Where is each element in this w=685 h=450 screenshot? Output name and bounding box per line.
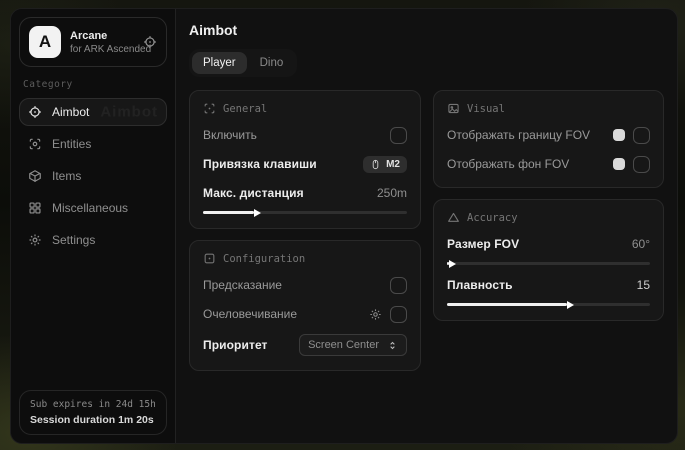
tune-icon [203,252,216,265]
sidebar-item-label: Aimbot [52,105,89,119]
tab-bar: Player Dino [189,49,297,77]
sidebar-item-label: Miscellaneous [52,201,128,215]
sub-expires-text: Sub expires in 24d 15h [30,399,156,410]
focus-icon [203,102,216,115]
visual-card: Visual Отображать границу FOV Отображать… [433,90,664,188]
slider-thumb[interactable] [567,301,574,309]
sidebar-nav: Aimbot Aimbot Entities Item [19,98,167,254]
fov-border-checkbox[interactable] [633,127,650,144]
fov-size-row: Размер FOV 60° [447,235,650,253]
app-logo: A [29,26,61,58]
distance-label: Макс. дистанция [203,186,304,200]
prediction-label: Предсказание [203,278,282,292]
priority-label: Приоритет [203,338,268,352]
crosshair-icon [28,105,42,119]
image-icon [447,102,460,115]
keybind-row: Привязка клавиши M2 [203,155,407,173]
smoothness-value: 15 [637,278,650,292]
keybind-label: Привязка клавиши [203,157,317,171]
session-panel: Sub expires in 24d 15h Session duration … [19,390,167,435]
chevron-up-down-icon [387,340,398,351]
sidebar-item-label: Items [52,169,81,183]
slider-thumb[interactable] [449,260,456,268]
priority-dropdown[interactable]: Screen Center [299,334,407,356]
mouse-icon [370,159,381,170]
priority-value: Screen Center [308,339,379,351]
sidebar-item-entities[interactable]: Entities [19,130,167,158]
fov-bg-row: Отображать фон FOV [447,155,650,173]
scan-icon [28,137,42,151]
fov-bg-checkbox[interactable] [633,156,650,173]
target-icon[interactable] [143,35,157,49]
gear-mini-icon[interactable] [369,308,382,321]
humanize-label: Очеловечивание [203,307,297,321]
distance-row: Макс. дистанция 250m [203,184,407,202]
fov-size-slider[interactable] [447,262,650,265]
sidebar-item-label: Settings [52,233,95,247]
keybind-value: M2 [386,159,400,170]
page-title: Aimbot [189,22,664,38]
sidebar: A Arcane for ARK Ascended Category [11,9,176,443]
smoothness-slider[interactable] [447,303,650,306]
enable-label: Включить [203,128,257,142]
card-title: Configuration [223,253,305,265]
general-card: General Включить Привязка клавиши [189,90,421,229]
slider-thumb[interactable] [254,209,261,217]
app-window: A Arcane for ARK Ascended Category [10,8,678,444]
app-subtitle: for ARK Ascended [70,44,134,55]
priority-row: Приоритет Screen Center [203,334,407,356]
app-header: A Arcane for ARK Ascended [19,17,167,67]
prediction-row: Предсказание [203,276,407,294]
distance-slider[interactable] [203,211,407,214]
session-duration-text: Session duration 1m 20s [30,414,156,426]
fov-bg-label: Отображать фон FOV [447,157,569,171]
sidebar-item-aimbot[interactable]: Aimbot Aimbot [19,98,167,126]
main-panel: Aimbot Player Dino General [176,9,677,443]
enable-row: Включить [203,126,407,144]
smoothness-row: Плавность 15 [447,276,650,294]
fov-border-row: Отображать границу FOV [447,126,650,144]
category-label: Category [23,79,163,90]
fov-bg-color-swatch[interactable] [613,158,625,170]
box-icon [28,169,42,183]
humanize-checkbox[interactable] [390,306,407,323]
distance-value: 250m [377,186,407,200]
grid-icon [28,201,42,215]
tab-dino[interactable]: Dino [249,52,295,74]
accuracy-card: Accuracy Размер FOV 60° Плавность 15 [433,199,664,321]
keybind-button[interactable]: M2 [363,156,407,173]
configuration-card: Configuration Предсказание Очеловечивани… [189,240,421,371]
sidebar-item-items[interactable]: Items [19,162,167,190]
card-title: Accuracy [467,212,518,224]
smoothness-label: Плавность [447,278,513,292]
app-name: Arcane [70,30,134,42]
fov-size-label: Размер FOV [447,237,519,251]
sidebar-item-label: Entities [52,137,91,151]
triangle-icon [447,211,460,224]
tab-player[interactable]: Player [192,52,247,74]
enable-checkbox[interactable] [390,127,407,144]
card-title: Visual [467,103,505,115]
fov-size-value: 60° [632,237,650,251]
fov-border-label: Отображать границу FOV [447,128,590,142]
humanize-row: Очеловечивание [203,305,407,323]
sidebar-item-settings[interactable]: Settings [19,226,167,254]
fov-border-color-swatch[interactable] [613,129,625,141]
card-title: General [223,103,267,115]
prediction-checkbox[interactable] [390,277,407,294]
aimbot-watermark: Aimbot [100,104,158,121]
sidebar-item-miscellaneous[interactable]: Miscellaneous [19,194,167,222]
gear-icon [28,233,42,247]
